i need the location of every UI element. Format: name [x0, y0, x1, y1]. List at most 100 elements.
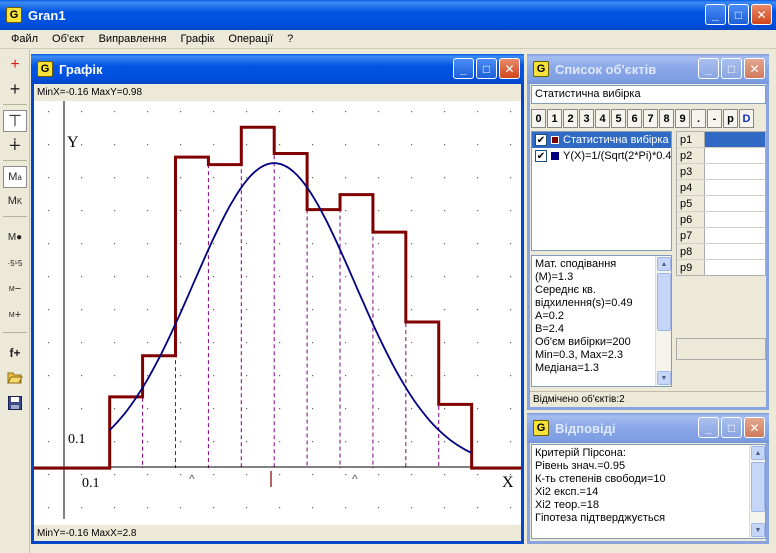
x-axis-label: X: [502, 474, 514, 491]
param-value-box[interactable]: [676, 338, 766, 360]
objects-maximize-button[interactable]: □: [721, 58, 742, 79]
minimize-button[interactable]: _: [705, 4, 726, 25]
left-toolbar: + + ⊤ ∔ Ma MK M● ·5⁵5 M − M + f+: [0, 50, 30, 553]
digit-7-button[interactable]: 7: [643, 109, 658, 128]
y-axis-label: Y: [67, 134, 79, 151]
info-scrollbar[interactable]: ▲ ▼: [655, 256, 671, 386]
scroll-up-icon[interactable]: ▲: [751, 446, 765, 460]
color-swatch: [551, 152, 559, 160]
axes-tool-icon[interactable]: ⊤: [3, 110, 27, 132]
checkbox-icon[interactable]: ✔: [535, 150, 547, 162]
objects-status: Відмічено об'єктів:2: [530, 391, 766, 407]
list-item[interactable]: ✔ Статистична вибірка: [532, 132, 671, 148]
d-button[interactable]: D: [739, 109, 754, 128]
menu-edit[interactable]: Виправлення: [92, 33, 174, 45]
object-info-memo[interactable]: Мат. сподівання (M)=1.3 Середнє кв. відх…: [531, 255, 672, 387]
digit-3-button[interactable]: 3: [579, 109, 594, 128]
digit-9-button[interactable]: 9: [675, 109, 690, 128]
menu-operations[interactable]: Операції: [221, 33, 280, 45]
save-icon[interactable]: [3, 392, 27, 414]
param-row[interactable]: p6: [677, 212, 765, 228]
digit-8-button[interactable]: 8: [659, 109, 674, 128]
graph-status-bottom: MinY=-0.16 MaxX=2.8: [34, 525, 521, 541]
mark-point-icon[interactable]: M●: [3, 226, 27, 248]
checkbox-icon[interactable]: ✔: [535, 134, 547, 146]
objects-list[interactable]: ✔ Статистична вибірка ✔ Y(X)=1/(Sqrt(2*P…: [531, 131, 672, 251]
param-row[interactable]: p1: [677, 132, 765, 148]
digit-keypad: 0 1 2 3 4 5 6 7 8 9 . - p D: [531, 109, 755, 128]
minus-button[interactable]: -: [707, 109, 722, 128]
axes-color-icon[interactable]: +: [3, 54, 27, 76]
mark-a-icon[interactable]: Ma: [3, 166, 27, 188]
graph-window-title: Графік: [59, 61, 103, 77]
menu-object[interactable]: Об'єкт: [45, 33, 92, 45]
scale-icon[interactable]: ·5⁵5: [3, 252, 27, 274]
color-swatch: [551, 136, 559, 144]
graph-window-titlebar: G Графік _ □ ✕: [31, 54, 524, 84]
menu-file[interactable]: Файл: [4, 33, 45, 45]
scroll-thumb[interactable]: [751, 462, 765, 512]
graph-close-button[interactable]: ✕: [499, 58, 520, 79]
digit-5-button[interactable]: 5: [611, 109, 626, 128]
param-row[interactable]: p2: [677, 148, 765, 164]
object-name-input[interactable]: Статистична вибірка: [531, 85, 766, 104]
graph-window: G Графік _ □ ✕ MinX=-0.16 MaxY=0.98 Y X …: [31, 54, 524, 544]
pi-button[interactable]: p: [723, 109, 738, 128]
digit-6-button[interactable]: 6: [627, 109, 642, 128]
app-logo-icon: G: [6, 7, 22, 23]
x-tick-label: 0.1: [82, 476, 100, 491]
objects-window-titlebar: G Список об'єктів _ □ ✕: [527, 54, 769, 84]
digit-1-button[interactable]: 1: [547, 109, 562, 128]
grid-tool-icon[interactable]: ∔: [3, 134, 27, 156]
scroll-down-icon[interactable]: ▼: [657, 371, 671, 385]
graph-canvas[interactable]: Y X 0.1 0.1 ^ ^: [34, 101, 521, 525]
object-label: Y(X)=1/(Sqrt(2*Pi)*0.49: [563, 150, 672, 162]
param-row[interactable]: p7: [677, 228, 765, 244]
app-title: Gran1: [28, 7, 66, 23]
param-row[interactable]: p5: [677, 196, 765, 212]
param-row[interactable]: p3: [677, 164, 765, 180]
digit-0-button[interactable]: 0: [531, 109, 546, 128]
answers-window-icon: G: [533, 420, 549, 436]
normal-curve-series: [109, 162, 473, 454]
crosshair-icon[interactable]: +: [3, 78, 27, 100]
close-button[interactable]: ✕: [751, 4, 772, 25]
graph-status-top: MinX=-0.16 MaxY=0.98: [34, 84, 521, 100]
graph-maximize-button[interactable]: □: [476, 58, 497, 79]
scroll-thumb[interactable]: [657, 273, 671, 331]
param-row[interactable]: p4: [677, 180, 765, 196]
param-row[interactable]: p9: [677, 260, 765, 275]
menu-help[interactable]: ?: [280, 33, 300, 45]
app-titlebar: G Gran1 _ □ ✕: [0, 0, 776, 30]
mark-k-icon[interactable]: MK: [3, 190, 27, 212]
objects-window: G Список об'єктів _ □ ✕ Статистична вибі…: [527, 54, 769, 410]
objects-minimize-button[interactable]: _: [698, 58, 719, 79]
graph-window-icon: G: [37, 61, 53, 77]
marker-caret-right: ^: [352, 472, 358, 486]
answers-minimize-button[interactable]: _: [698, 417, 719, 438]
answers-maximize-button[interactable]: □: [721, 417, 742, 438]
digit-2-button[interactable]: 2: [563, 109, 578, 128]
objects-close-button[interactable]: ✕: [744, 58, 765, 79]
mark-plus-icon[interactable]: M +: [3, 304, 27, 326]
menu-graph[interactable]: Графік: [174, 33, 222, 45]
mark-minus-icon[interactable]: M −: [3, 278, 27, 300]
histogram-series: [34, 125, 521, 470]
y-tick-label: 0.1: [68, 432, 86, 447]
scroll-down-icon[interactable]: ▼: [751, 523, 765, 537]
answers-window-title: Відповіді: [555, 420, 616, 436]
params-grid: p1 p2 p3 p4 p5 p6 p7 p8 p9: [676, 131, 766, 276]
dot-button[interactable]: .: [691, 109, 706, 128]
answers-memo[interactable]: Критерій Пірсона: Рівень знач.=0.95 К-ть…: [531, 444, 766, 539]
param-row[interactable]: p8: [677, 244, 765, 260]
graph-minimize-button[interactable]: _: [453, 58, 474, 79]
answers-scrollbar[interactable]: ▲ ▼: [749, 445, 765, 538]
maximize-button[interactable]: □: [728, 4, 749, 25]
open-folder-icon[interactable]: [3, 366, 27, 388]
list-item[interactable]: ✔ Y(X)=1/(Sqrt(2*Pi)*0.49: [532, 148, 671, 164]
scroll-up-icon[interactable]: ▲: [657, 257, 671, 271]
add-function-icon[interactable]: f+: [3, 342, 27, 364]
digit-4-button[interactable]: 4: [595, 109, 610, 128]
histogram-chart: Y X 0.1 0.1 ^ ^: [34, 101, 521, 519]
answers-close-button[interactable]: ✕: [744, 417, 765, 438]
